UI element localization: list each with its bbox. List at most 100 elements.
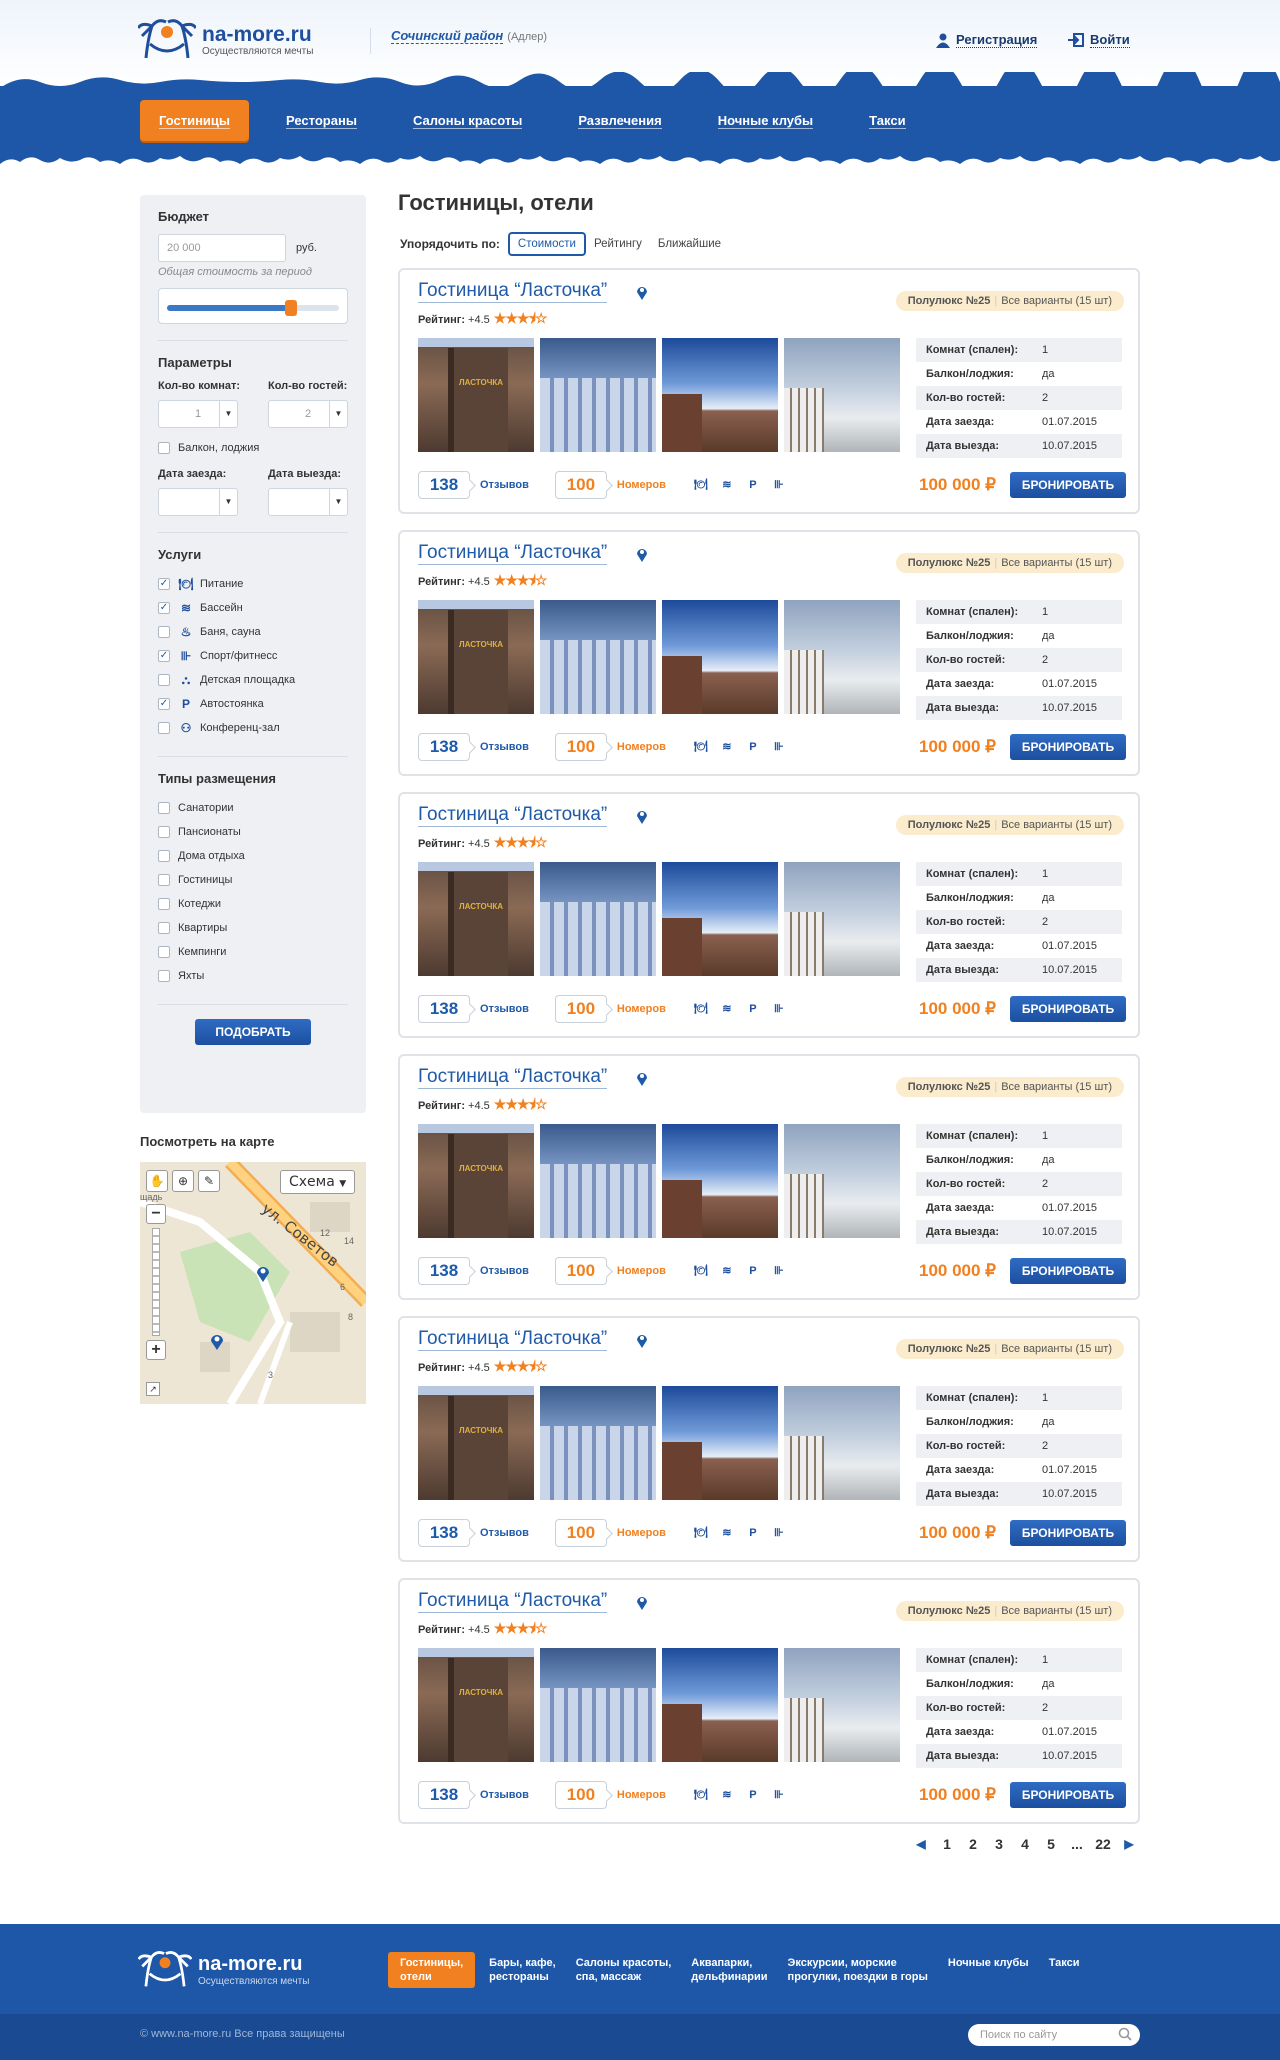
checkbox-box[interactable]: ✓ — [158, 602, 170, 614]
service-checkbox[interactable]: ✓ P Автостоянка — [158, 692, 348, 716]
checkbox-box[interactable] — [158, 626, 170, 638]
rooms-count[interactable]: 100 — [554, 1519, 607, 1547]
service-checkbox[interactable]: ✓ 🍽 Питание — [158, 572, 348, 596]
page-link[interactable]: 2 — [960, 1836, 986, 1852]
hotel-photo[interactable] — [540, 1124, 656, 1238]
book-button[interactable]: БРОНИРОВАТЬ — [1010, 996, 1126, 1022]
rooms-link[interactable]: Номеров — [617, 479, 666, 491]
hotel-name-link[interactable]: Гостиница “Ласточка” — [418, 1328, 608, 1351]
map-pin-icon[interactable] — [636, 808, 648, 824]
submit-filter-button[interactable]: ПОДОБРАТЬ — [195, 1019, 311, 1045]
hotel-photo[interactable] — [784, 1386, 900, 1500]
service-checkbox[interactable]: ⛬ Детская площадка — [158, 668, 348, 692]
zoom-out-icon[interactable]: − — [146, 1204, 166, 1224]
checkbox-box[interactable] — [158, 922, 170, 934]
rooms-link[interactable]: Номеров — [617, 1003, 666, 1015]
hotel-name-link[interactable]: Гостиница “Ласточка” — [418, 280, 608, 303]
footer-nav-item[interactable]: Салоны красоты, спа, массаж — [576, 1952, 672, 1988]
type-checkbox[interactable]: Пансионаты — [158, 820, 348, 844]
book-button[interactable]: БРОНИРОВАТЬ — [1010, 1520, 1126, 1546]
hand-icon[interactable]: ✋ — [146, 1170, 168, 1192]
rooms-link[interactable]: Номеров — [617, 1527, 666, 1539]
service-checkbox[interactable]: ⚇ Конференц-зал — [158, 716, 348, 740]
book-button[interactable]: БРОНИРОВАТЬ — [1010, 1782, 1126, 1808]
type-checkbox[interactable]: Санатории — [158, 796, 348, 820]
sort-by-price[interactable]: Стоимости — [507, 232, 586, 256]
rooms-link[interactable]: Номеров — [617, 741, 666, 753]
search-icon[interactable] — [1118, 2027, 1132, 2041]
hotel-photo[interactable] — [662, 1124, 778, 1238]
zoom-slider[interactable] — [152, 1228, 160, 1336]
hotel-name-link[interactable]: Гостиница “Ласточка” — [418, 1590, 608, 1613]
hotel-photo[interactable] — [662, 338, 778, 452]
rooms-count[interactable]: 100 — [554, 471, 607, 499]
guests-select[interactable]: 2 ▼ — [268, 400, 348, 428]
hotel-photo[interactable] — [784, 1648, 900, 1762]
type-checkbox[interactable]: Квартиры — [158, 916, 348, 940]
reviews-count[interactable]: 138 — [418, 1257, 470, 1285]
room-variant-badge[interactable]: Полулюкс №25 | Все варианты (15 шт) — [895, 1601, 1124, 1621]
login-link[interactable]: Войти — [1068, 32, 1130, 48]
footer-nav-item[interactable]: Бары, кафе, рестораны — [489, 1952, 556, 1988]
rooms-count[interactable]: 100 — [554, 1781, 607, 1809]
map-widget[interactable]: ул. Советов 12 14 8 3 6 щадь ✋ ⊕ ✎ Схема… — [140, 1162, 366, 1404]
hotel-photo[interactable]: ЛАСТОЧКА — [418, 600, 534, 714]
book-button[interactable]: БРОНИРОВАТЬ — [1010, 1258, 1126, 1284]
book-button[interactable]: БРОНИРОВАТЬ — [1010, 734, 1126, 760]
hotel-name-link[interactable]: Гостиница “Ласточка” — [418, 542, 608, 565]
all-variants-link[interactable]: Все варианты (15 шт) — [1001, 1343, 1112, 1355]
rooms-count[interactable]: 100 — [554, 1257, 607, 1285]
checkbox-box[interactable] — [158, 946, 170, 958]
type-checkbox[interactable]: Гостиницы — [158, 868, 348, 892]
hotel-photo[interactable]: ЛАСТОЧКА — [418, 1648, 534, 1762]
checkbox-box[interactable] — [158, 850, 170, 862]
rooms-count[interactable]: 100 — [554, 995, 607, 1023]
hotel-photo[interactable] — [540, 338, 656, 452]
sort-by-nearest[interactable]: Ближайшие — [650, 234, 729, 254]
nav-hotels[interactable]: Гостиницы — [140, 100, 250, 141]
rooms-link[interactable]: Номеров — [617, 1265, 666, 1277]
balcony-checkbox[interactable]: Балкон, лоджия — [158, 436, 348, 460]
footer-search-input[interactable]: Поиск по сайту — [968, 2024, 1140, 2046]
all-variants-link[interactable]: Все варианты (15 шт) — [1001, 1081, 1112, 1093]
zoom-area-icon[interactable]: ⊕ — [172, 1170, 194, 1192]
checkbox-box[interactable]: ✓ — [158, 578, 170, 590]
hotel-photo[interactable] — [662, 862, 778, 976]
footer-nav-item[interactable]: Экскурсии, морские прогулки, поездки в го… — [788, 1952, 928, 1988]
reviews-link[interactable]: Отзывов — [480, 1003, 529, 1015]
type-checkbox[interactable]: Яхты — [158, 964, 348, 988]
reviews-link[interactable]: Отзывов — [480, 741, 529, 753]
reviews-link[interactable]: Отзывов — [480, 1265, 529, 1277]
hotel-photo[interactable] — [662, 600, 778, 714]
rooms-select[interactable]: 1 ▼ — [158, 400, 238, 428]
hotel-photo[interactable] — [540, 1386, 656, 1500]
slider-handle[interactable] — [284, 300, 297, 316]
nav-restaurants[interactable]: Рестораны — [267, 100, 376, 141]
map-pin-icon[interactable] — [636, 284, 648, 300]
reviews-link[interactable]: Отзывов — [480, 1527, 529, 1539]
next-page-icon[interactable]: ▶ — [1116, 1837, 1142, 1851]
register-link[interactable]: Регистрация — [936, 32, 1038, 48]
type-checkbox[interactable]: Кемпинги — [158, 940, 348, 964]
type-checkbox[interactable]: Дома отдыха — [158, 844, 348, 868]
checkout-select[interactable]: ▼ — [268, 488, 348, 516]
service-checkbox[interactable]: ✓ ≋ Бассейн — [158, 596, 348, 620]
reviews-link[interactable]: Отзывов — [480, 1789, 529, 1801]
expand-icon[interactable]: ↗ — [146, 1382, 160, 1396]
footer-nav-item[interactable]: Такси — [1049, 1952, 1080, 1988]
page-link[interactable]: 5 — [1038, 1836, 1064, 1852]
nav-entertainment[interactable]: Развлечения — [559, 100, 680, 141]
hotel-photo[interactable] — [784, 338, 900, 452]
reviews-count[interactable]: 138 — [418, 1519, 470, 1547]
nav-nightclubs[interactable]: Ночные клубы — [699, 100, 832, 141]
reviews-count[interactable]: 138 — [418, 471, 470, 499]
checkin-select[interactable]: ▼ — [158, 488, 238, 516]
nav-beauty[interactable]: Салоны красоты — [394, 100, 541, 141]
reviews-count[interactable]: 138 — [418, 1781, 470, 1809]
book-button[interactable]: БРОНИРОВАТЬ — [1010, 472, 1126, 498]
all-variants-link[interactable]: Все варианты (15 шт) — [1001, 557, 1112, 569]
map-pin-icon[interactable] — [636, 1332, 648, 1348]
sort-by-rating[interactable]: Рейтингу — [586, 234, 650, 254]
all-variants-link[interactable]: Все варианты (15 шт) — [1001, 819, 1112, 831]
map-pin-icon[interactable] — [210, 1332, 224, 1350]
